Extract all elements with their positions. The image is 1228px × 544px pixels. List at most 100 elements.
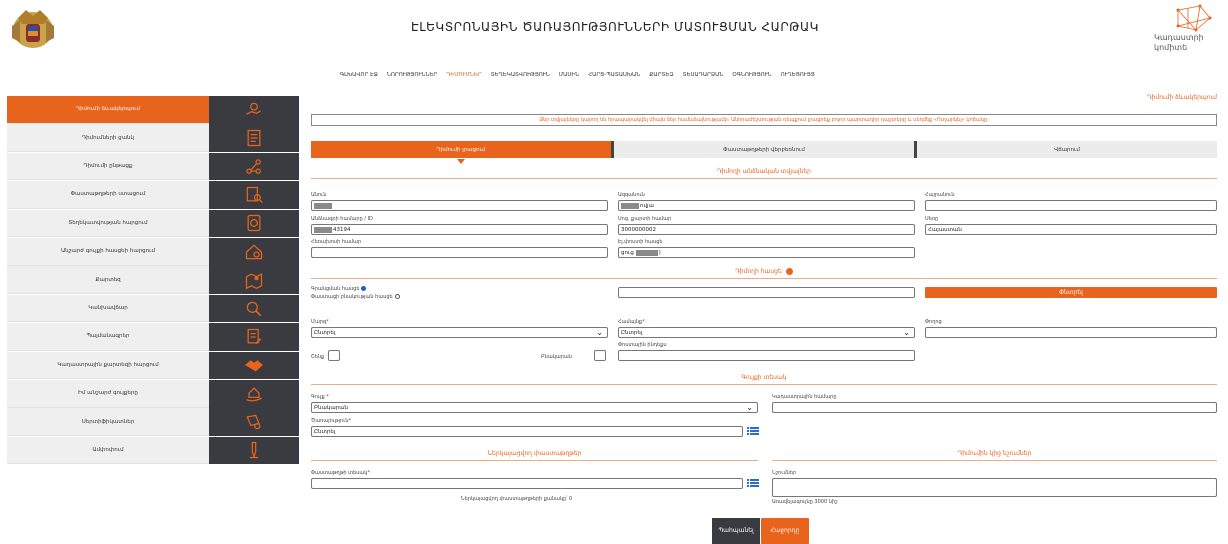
phone-field[interactable]: [311, 247, 608, 258]
chevron-down-icon: ⌄: [596, 328, 603, 337]
search-coin-icon: [209, 294, 299, 323]
registered-address-option[interactable]: Գրանցման հասցե: [311, 286, 367, 292]
chevron-down-icon: ⌄: [903, 328, 910, 337]
sidebar-item[interactable]: Դիմումի ընթացք: [7, 152, 299, 181]
sidebar-item-label: Ամփոփում: [7, 436, 209, 465]
ssn-field[interactable]: 3000000002: [618, 224, 915, 235]
nav-item[interactable]: ՄԱՍԻՆ: [559, 72, 579, 84]
save-button[interactable]: Պահպանել: [712, 518, 760, 544]
contract-icon: [209, 323, 299, 351]
sidebar-item-label: Կանխավճար: [7, 294, 209, 323]
header: ԷԼԵԿՏՐՈՆԱՅԻՆ ԾԱՌԱՅՈՒԹՅՈՒՆՆԵՐԻ ՄԱՏՈՒՑՄԱՆ …: [0, 0, 1228, 64]
radio-unselected[interactable]: [394, 294, 400, 299]
document-search-icon: [209, 181, 299, 209]
masked-value: [621, 202, 639, 209]
region-label: Մարզ*: [311, 319, 329, 325]
masked-value: [314, 226, 332, 233]
chevron-down-icon: ⌄: [746, 403, 753, 412]
community-label: Համայնք*: [618, 319, 645, 325]
sidebar-item[interactable]: Ամփոփում: [7, 436, 299, 465]
sidebar-item-label: Փաստաթղթերի ստացում: [7, 181, 209, 209]
list-icon[interactable]: [747, 426, 759, 436]
building-label: Շենք: [311, 354, 325, 360]
divider: [311, 384, 1217, 385]
phone-label: Հեռախոսի համար: [311, 239, 362, 245]
sidebar-item[interactable]: Դիմումների ցանկ: [7, 124, 299, 152]
first-name-field[interactable]: [311, 200, 608, 211]
zip-field[interactable]: [618, 350, 915, 361]
sidebar-item[interactable]: Պայմանագրեր: [7, 323, 299, 351]
tab-upload-documents[interactable]: Փաստաթղթերի վերբեռնում: [614, 141, 917, 158]
address-search-field[interactable]: [618, 287, 915, 298]
handshake-icon: [209, 351, 299, 380]
sidebar-item[interactable]: Կադաստրային քարտեզի հարցում: [7, 351, 299, 380]
map-pin-icon: [209, 266, 299, 294]
apartment-label: Բնակարան: [541, 354, 572, 360]
apartment-field[interactable]: [594, 350, 606, 361]
property-section-title: Գույքի տեսակ: [741, 374, 787, 381]
sidebar-item[interactable]: Փաստաթղթերի ստացում: [7, 181, 299, 209]
country-field[interactable]: Հայաստան: [925, 224, 1217, 235]
document-type-field[interactable]: [311, 478, 743, 489]
address-section-title: Դիմողի հասցե: [311, 268, 1217, 275]
nav-item[interactable]: ԳԼԽԱՎՈՐ ԷՋ: [340, 72, 378, 84]
flow-icon: [209, 152, 299, 181]
sidebar-item[interactable]: Դիմումի ձևակերպում: [7, 96, 299, 124]
nav-item[interactable]: ՀԱՐՑ-ՊԱՏԱՍԽԱՆ: [588, 72, 640, 84]
sidebar-item[interactable]: Սերտիֆիկատներ: [7, 408, 299, 436]
notes-section-title: Դիմումին կից նշումներ: [957, 450, 1032, 457]
applicant-section-title: Դիմողի անձնական տվյալներ: [717, 168, 811, 175]
next-button[interactable]: Հաջորդը: [761, 518, 809, 544]
sidebar-item[interactable]: Անշարժ գույքի հասցեի հարցում: [7, 237, 299, 266]
email-field[interactable]: ցուց ): [618, 247, 915, 258]
last-name-label: Ազգանուն: [618, 192, 645, 198]
community-select[interactable]: Ընտրել ⌄: [618, 327, 915, 338]
main-content: Դիմումի ձևակերպում Ձեր տվյալները կարող ե…: [311, 92, 1217, 544]
sidebar-item[interactable]: Քարտեզ: [7, 266, 299, 294]
passport-field[interactable]: 43194: [311, 224, 608, 235]
tab-fill-application[interactable]: Դիմումի լրացում: [311, 141, 614, 164]
cadastral-field[interactable]: [772, 402, 1217, 413]
nav-item[interactable]: ՆՈՐՈՒԹՅՈՒՆՆԵՐ: [387, 72, 437, 84]
sidebar-item-label: Քարտեզ: [7, 266, 209, 294]
home-hand-icon: [209, 379, 299, 408]
actual-address-option[interactable]: Փաստացի բնակության հասցե: [311, 294, 400, 300]
building-field[interactable]: [328, 350, 340, 361]
nav-item[interactable]: ՏԵՂԵԿԱՏՎՈՒԹՅՈՒՆ: [491, 72, 550, 84]
sidebar-item-label: Դիմումների ցանկ: [7, 124, 209, 152]
notice-banner: Ձեր տվյալները կարող են հրապարակվել միայն…: [311, 114, 1217, 126]
region-select[interactable]: Ընտրել ⌄: [311, 327, 608, 338]
sidebar-item[interactable]: Իմ անշարժ գույքերը: [7, 379, 299, 408]
divider: [311, 460, 758, 461]
masked-value: [314, 202, 332, 209]
nav-item[interactable]: ՏԵՍԱԴԱՐՁԱՆ: [683, 72, 724, 84]
nav-item[interactable]: ՕԳՆՈՒԹՅՈՒՆ: [732, 72, 771, 84]
street-label: Փողոց: [925, 319, 942, 325]
info-icon[interactable]: [785, 268, 793, 275]
brand-text: Կադաստրի կոմիտե: [1154, 33, 1204, 52]
service-field[interactable]: Ընտրել: [311, 426, 743, 437]
patronymic-field[interactable]: [925, 200, 1217, 211]
last-name-field[interactable]: ովյա: [618, 200, 915, 211]
service-label: Ծառայություն*: [311, 418, 352, 424]
coat-of-arms-logo: [12, 10, 54, 48]
nav-item[interactable]: ԴԻՄՈՒՄՆԵՐ: [446, 72, 481, 84]
sidebar-item[interactable]: Կանխավճար: [7, 294, 299, 323]
cadastral-label: Կադաստրային համարը: [772, 394, 837, 400]
money-doc-icon: [209, 209, 299, 238]
top-navigation: ԳԼԽԱՎՈՐ ԷՋ ՆՈՐՈՒԹՅՈՒՆՆԵՐ ԴԻՄՈՒՄՆԵՐ ՏԵՂԵԿԱՏՎ…: [340, 72, 900, 84]
street-field[interactable]: [925, 327, 1217, 338]
list-icon[interactable]: [747, 478, 759, 488]
nav-item[interactable]: ՈՒՂԵՑՈՒՅՑ: [781, 72, 815, 84]
hand-coin-icon: [209, 96, 299, 124]
nav-item[interactable]: ՔԱՐՏԵԶ: [649, 72, 673, 84]
sidebar-item-label: Դիմումի ձևակերպում: [7, 96, 209, 124]
sidebar-item-label: Իմ անշարժ գույքերը: [7, 379, 209, 408]
note-textarea[interactable]: [772, 478, 1217, 497]
sidebar-item-label: Անշարժ գույքի հասցեի հարցում: [7, 237, 209, 266]
search-button[interactable]: Փնտրել: [925, 287, 1217, 298]
property-type-select[interactable]: Բնակարան ⌄: [311, 402, 758, 413]
tab-payment[interactable]: Վճարում: [917, 141, 1217, 158]
radio-selected[interactable]: [361, 286, 367, 291]
sidebar-item[interactable]: Տեղեկատվության հարցում: [7, 209, 299, 238]
